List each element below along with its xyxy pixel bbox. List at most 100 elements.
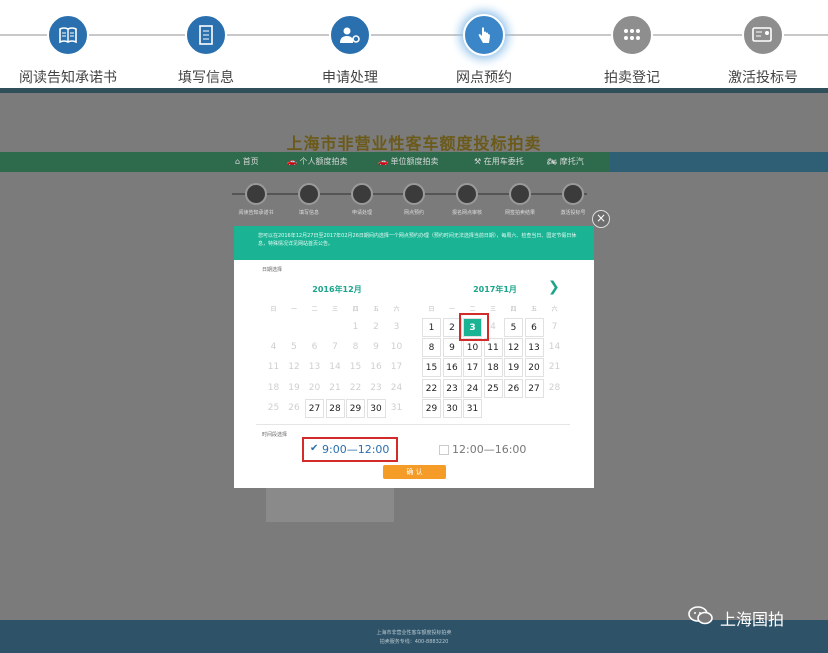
calendar-day: 1 bbox=[352, 322, 359, 332]
calendar-day[interactable]: 27 bbox=[305, 398, 324, 418]
calendar-day[interactable]: 13 bbox=[524, 338, 544, 358]
calendar-day: 12 bbox=[288, 362, 300, 373]
calendar-day: 14 bbox=[548, 342, 561, 353]
close-icon[interactable]: × bbox=[592, 210, 610, 228]
calendar-day[interactable]: 15 bbox=[422, 358, 441, 378]
step-header: 阅读告知承诺书 填写信息 申请处理 网点预约 拍卖登记 激活投标号 bbox=[0, 0, 828, 88]
calendar-day: 3 bbox=[393, 322, 400, 332]
step-branch-appointment[interactable]: 网点预约 bbox=[424, 14, 544, 87]
watermark-text: 上海国拍 bbox=[720, 610, 785, 629]
step-apply-process[interactable]: 申请处理 bbox=[290, 14, 410, 87]
calendar-day[interactable]: 30 bbox=[442, 398, 462, 418]
nav-label: 首页 bbox=[242, 157, 259, 166]
calendar-day: 9 bbox=[373, 342, 379, 353]
card-icon bbox=[742, 14, 784, 56]
mini-step-icon bbox=[403, 183, 425, 205]
dialog-notice-bar: 您可以在2016年12月27日至2017年02月26日期间内选择一个网点预约办理… bbox=[234, 226, 594, 260]
step-label: 网点预约 bbox=[456, 70, 512, 86]
calendar-day[interactable]: 24 bbox=[463, 378, 482, 398]
calendar-day: 18 bbox=[267, 382, 280, 393]
month-title: 2016年12月 bbox=[312, 285, 362, 294]
mini-step: 网签拍卖结果 bbox=[490, 183, 550, 216]
weekday-header: 六 bbox=[393, 306, 400, 313]
mini-step-icon bbox=[456, 183, 478, 205]
weekday-header: 日 bbox=[270, 306, 277, 313]
weekday-header: 六 bbox=[551, 306, 558, 313]
time-slot-morning[interactable]: ✔ 9:00—12:00 bbox=[302, 437, 398, 462]
calendar-day[interactable]: 10 bbox=[463, 338, 482, 358]
calendar-day[interactable]: 31 bbox=[463, 398, 482, 418]
chevron-right-icon[interactable]: ❯ bbox=[548, 279, 560, 295]
watermark: 上海国拍 bbox=[688, 606, 784, 630]
calendar-day[interactable]: 1 bbox=[422, 318, 441, 337]
nav-personal-auction[interactable]: 🚗 个人额度拍卖 bbox=[287, 156, 348, 167]
date-select-label: 日期选择 bbox=[262, 267, 283, 273]
calendar-day[interactable]: 5 bbox=[504, 318, 523, 337]
user-gear-icon bbox=[329, 14, 371, 56]
weekday-header: 日 bbox=[428, 306, 435, 313]
calendar-day[interactable]: 22 bbox=[422, 378, 441, 398]
mini-step-label: 阅读告知承诺书 bbox=[238, 210, 274, 216]
step-label: 拍卖登记 bbox=[604, 70, 660, 86]
mini-step: 填写信息 bbox=[279, 183, 339, 216]
calendar-day: 24 bbox=[390, 382, 403, 393]
calendar-day: 19 bbox=[288, 382, 300, 393]
calendar-day[interactable]: 12 bbox=[504, 338, 523, 358]
time-slot-afternoon[interactable]: 12:00—16:00 bbox=[439, 443, 526, 456]
nav-company-auction[interactable]: 🚗 单位额度拍卖 bbox=[378, 156, 439, 167]
mini-step: 激活投标号 bbox=[543, 183, 603, 216]
calendar-day: 11 bbox=[267, 362, 280, 373]
site-title: 上海市非营业性客车额度投标拍卖 bbox=[286, 134, 542, 153]
confirm-button[interactable]: 确 认 bbox=[383, 465, 446, 479]
calendar-day[interactable]: 25 bbox=[483, 378, 503, 398]
calendar-day[interactable]: 23 bbox=[442, 378, 462, 398]
weekday-header: 一 bbox=[290, 306, 297, 313]
calendar-day[interactable]: 11 bbox=[483, 338, 503, 358]
time-slot-label: 9:00—12:00 bbox=[322, 443, 390, 456]
book-icon bbox=[47, 14, 89, 56]
weekday-header: 二 bbox=[311, 306, 318, 313]
calendar-day: 13 bbox=[308, 362, 321, 373]
nav-home[interactable]: ⌂ 首页 bbox=[235, 156, 259, 167]
wechat-icon bbox=[688, 606, 714, 630]
nav-in-use-vehicle[interactable]: ⚒ 在用车委托 bbox=[474, 156, 524, 167]
calendar-day[interactable]: 18 bbox=[483, 358, 503, 378]
calendar-day[interactable]: 6 bbox=[524, 318, 544, 337]
calendar-day[interactable]: 20 bbox=[524, 358, 544, 378]
mini-step-icon bbox=[245, 183, 267, 205]
calendar-day[interactable]: 9 bbox=[442, 338, 462, 358]
nav-motorcycle[interactable]: 🏍 摩托汽 bbox=[547, 156, 584, 167]
dialog-notice-text: 您可以在2016年12月27日至2017年02月26日期间内选择一个网点预约办理… bbox=[258, 233, 577, 247]
calendar-day[interactable]: 28 bbox=[325, 398, 345, 418]
calendar-dec-2016: 2016年12月 日一二三四五六 1 2 3 4 5 6 7 8 9 10 11 12 13 14 15 16 1… bbox=[264, 284, 410, 420]
weekday-header: 五 bbox=[372, 306, 379, 313]
calendar-day: 4 bbox=[270, 342, 277, 353]
step-activate-bid-number[interactable]: 激活投标号 bbox=[703, 14, 823, 87]
month-title: 2017年1月 bbox=[473, 285, 517, 294]
step-label: 申请处理 bbox=[322, 70, 378, 86]
calendar-day[interactable]: 26 bbox=[504, 378, 523, 398]
calendar-day[interactable]: 30 bbox=[366, 398, 386, 418]
calendar-day[interactable]: 29 bbox=[422, 398, 441, 418]
mini-step-label: 网点预约 bbox=[403, 210, 424, 216]
calendar-day[interactable]: 29 bbox=[346, 398, 365, 418]
calendar-day: 14 bbox=[329, 362, 341, 373]
checkmark-icon: ✔ bbox=[310, 443, 319, 454]
calendar-day: 7 bbox=[551, 322, 558, 332]
weekday-header: 四 bbox=[352, 306, 359, 313]
step-auction-register[interactable]: 拍卖登记 bbox=[572, 14, 692, 87]
calendar-day: 6 bbox=[311, 342, 318, 353]
checkbox[interactable] bbox=[439, 445, 449, 455]
calendar-day: 21 bbox=[329, 382, 341, 393]
calendar-day[interactable]: 17 bbox=[463, 358, 482, 378]
calendar-day[interactable]: 27 bbox=[524, 378, 544, 398]
weekday-header: 三 bbox=[331, 306, 338, 313]
nav-label: 摩托汽 bbox=[559, 157, 584, 166]
step-read-notice[interactable]: 阅读告知承诺书 bbox=[8, 14, 128, 87]
calendar-day[interactable]: 8 bbox=[422, 338, 441, 358]
calendar-day[interactable]: 19 bbox=[504, 358, 523, 378]
mini-step-icon bbox=[509, 183, 531, 205]
step-fill-info[interactable]: 填写信息 bbox=[146, 14, 266, 87]
calendar-day[interactable]: 16 bbox=[442, 358, 462, 378]
footer-line-2: 拍卖服务专线：400-8883220 bbox=[379, 639, 449, 645]
